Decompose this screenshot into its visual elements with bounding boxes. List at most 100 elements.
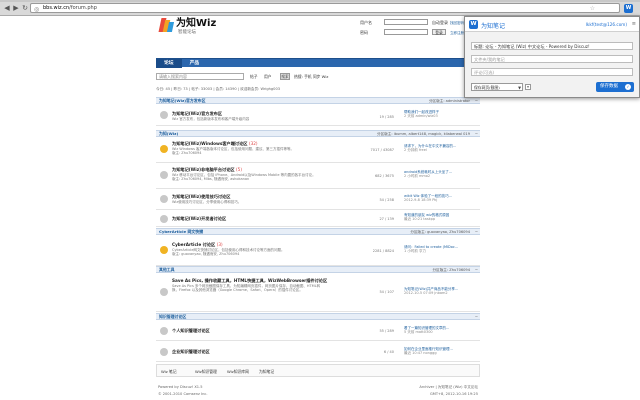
browser-chrome: ◀ ▶ ↻ ◎ bbs.wiz.cn/forum.php ☆ W <box>0 0 640 16</box>
forum-counts: 6 / 40 <box>383 350 394 354</box>
section-title[interactable]: 其他工具 <box>159 267 175 272</box>
main-nav: 论坛 产品 <box>156 58 480 68</box>
popup-header: W 为知笔记 Ikkf(test@126.com) ≡ <box>465 17 639 32</box>
url-path: /forum.php <box>69 5 97 11</box>
tab-strip <box>0 0 640 2</box>
menu-icon[interactable]: ≡ <box>632 21 636 27</box>
forgot-password-link[interactable]: 找回密码 <box>450 21 464 26</box>
friend-link[interactable]: 为知笔记 <box>259 369 274 375</box>
forum-counts: 55 / 289 <box>379 329 394 333</box>
section-moderators: 分区版主: guovanyao, Zhu706094 <box>410 230 470 234</box>
friend-link[interactable]: Wiz知识管理 <box>195 369 217 375</box>
section-title[interactable]: CyberArticle 网文快捕 <box>159 229 203 234</box>
forum-desc: Wiz 官方发布，包括新版本发布和客户端升级内容 <box>172 117 250 121</box>
login-button[interactable]: 登录 <box>432 29 446 35</box>
collapse-icon[interactable]: − <box>475 314 478 320</box>
forum-desc: Wiz使用技巧讨论区，分享使用心得和技巧。 <box>172 200 242 204</box>
brand-name: 为知Wiz <box>176 18 217 29</box>
save-button[interactable]: 保存数据 ✓ <box>596 82 634 92</box>
server-time: GMT+8, 2012-10-16 19:25 <box>429 392 478 396</box>
section-header[interactable]: 其他工具 分区版主: Zhu706094 − <box>156 266 480 273</box>
username-input[interactable] <box>384 19 428 25</box>
forum-status-icon <box>160 327 168 335</box>
forum-row: 为知笔记(Wiz)官方发布区 Wiz 官方发布，包括新版本发布和客户端升级内容 … <box>156 105 480 126</box>
last-post[interactable]: 请问：Failed to create (MIDoc... 1 小时前 亨力 <box>404 245 478 254</box>
section-header[interactable]: 为知笔记(Wiz)官方发布区 分区版主: administrator − <box>156 97 480 104</box>
clip-mode-select[interactable]: 保存网页(截图) ▼ <box>471 83 523 91</box>
forward-button[interactable]: ▶ <box>12 4 20 12</box>
last-post[interactable]: 有知道的朋友 wiz的格式原因 最近 10:21 taskpp <box>404 213 478 222</box>
powered-by[interactable]: Powered by Discuz! X1.5 <box>158 385 203 389</box>
search-bar: 请输入搜索内容 帖子 用户 搜索 热搜: 手机 同步 Wiz <box>156 73 480 81</box>
forum-counts: 19 / 285 <box>379 115 394 119</box>
forum-counts: 54 / 258 <box>379 198 394 202</box>
section-header[interactable]: CyberArticle 网文快捕 分区版主: guovanyao, Zhu70… <box>156 228 480 235</box>
folder-input[interactable]: 文件夹/我的笔记 <box>471 55 633 63</box>
clip-options-toggle[interactable]: ▾ <box>525 84 531 90</box>
forum-row: 为知笔记(Wiz)非电脑平台讨论区 (5) Wiz 移动平台讨论区，包括 iPh… <box>156 164 480 189</box>
last-post[interactable]: 请求下，为什么在中文不兼容的... 2 分钟前 freel <box>404 144 478 153</box>
forum-desc: Wiz Windows 客户端各版本讨论区，包括使用问题、建议、第三方插件等等。… <box>172 147 295 156</box>
stats-text: 今日: 45 | 昨日: 73 | 帖子: 33003 | 会员: 14390 … <box>156 87 281 91</box>
archiver-link[interactable]: Archiver | 为知笔记 (Wiz) 中文论坛 <box>419 385 478 390</box>
forum-status-icon <box>160 171 168 179</box>
nav-products[interactable]: 产品 <box>182 59 208 68</box>
friend-links: Wiz 笔记 Wiz知识管理 Wiz知识库网 为知笔记 <box>156 364 480 377</box>
comment-input[interactable]: 评论(可选) <box>471 68 633 76</box>
note-title-input[interactable]: 标题: 论坛 - 为知笔记 (Wiz) 中文论坛 - Powered by Di… <box>471 42 633 50</box>
forum-status-icon <box>160 288 168 296</box>
chevron-down-icon: ▼ <box>518 85 521 90</box>
wiz-clipper-popup: W 为知笔记 Ikkf(test@126.com) ≡ 标题: 论坛 - 为知笔… <box>464 16 640 98</box>
last-post[interactable]: 帮助我们一起改进样子 2 天前 admin/wiz03 <box>404 110 478 119</box>
collapse-icon[interactable]: − <box>475 131 478 137</box>
search-button[interactable]: 搜索 <box>280 73 290 80</box>
last-post[interactable]: 看了一篇知识管理的文章的... 5 天前 matt0300 <box>404 326 478 335</box>
forum-row: 企业知识管理讨论区 6 / 40 如何在企业里面推行知识管理... 最近 10:4… <box>156 342 480 362</box>
bookmark-star-icon[interactable]: ☆ <box>590 4 595 13</box>
collapse-icon[interactable]: − <box>475 267 478 273</box>
forum-name[interactable]: 企业知识管理讨论区 <box>172 349 210 355</box>
section-header[interactable]: 为知(Wiz) 分区版主: ibumm, albert148, magick, … <box>156 130 480 137</box>
url-host: bbs.wiz.cn <box>43 5 70 11</box>
register-link[interactable]: 立即注册 <box>450 31 464 36</box>
hot-searches[interactable]: 热搜: 手机 同步 Wiz <box>294 74 328 80</box>
forum-status-icon <box>160 195 168 203</box>
forum-name[interactable]: 为知笔记(Wiz)开发者讨论区 <box>172 216 226 222</box>
search-option-posts[interactable]: 帖子 <box>250 74 258 80</box>
forum-counts: 27 / 139 <box>379 217 394 221</box>
forum-desc: CyberArticle网文快捕讨论区，包括使用心得和技术讨论等方面的问题。 版主… <box>172 248 285 257</box>
forum-name[interactable]: 个人知识管理讨论区 <box>172 328 210 334</box>
forum-row: 为知笔记(Wiz)开发者讨论区 27 / 139 有知道的朋友 wiz的格式原因… <box>156 211 480 227</box>
account-link[interactable]: Ikkf(test@126.com) <box>586 22 627 27</box>
nav-forum[interactable]: 论坛 <box>156 59 182 68</box>
back-button[interactable]: ◀ <box>3 4 11 12</box>
friend-link[interactable]: Wiz 笔记 <box>161 369 177 375</box>
forum-row: 为知笔记(Wiz)Windows客户端讨论区 (32) Wiz Windows … <box>156 138 480 163</box>
forum-row: 为知笔记(Wiz)使用技巧讨论区 Wiz使用技巧讨论区，分享使用心得和技巧。 5… <box>156 190 480 210</box>
forum-row: Save As Pics, 操作收藏工具，HTML快捷工具，WizWebBrow… <box>156 274 480 312</box>
last-post[interactable]: android系统耗时从上头坐了... 2 小时前 mmo2 <box>404 170 478 179</box>
last-post[interactable]: 如何在企业里面推行知识管理... 最近 10:47 nonggg <box>404 347 478 356</box>
forum-status-icon <box>160 348 168 356</box>
url-bar[interactable]: ◎ bbs.wiz.cn/forum.php ☆ <box>30 3 620 13</box>
check-icon: ✓ <box>625 84 631 90</box>
search-option-users[interactable]: 用户 <box>264 74 272 80</box>
wiz-extension-icon[interactable]: W <box>624 4 633 13</box>
section-title[interactable]: 为知笔记(Wiz)官方发布区 <box>159 98 205 103</box>
collapse-icon[interactable]: − <box>475 98 478 104</box>
section-title[interactable]: 知识管理讨论区 <box>159 314 186 319</box>
last-post[interactable]: wikit Wiz 体验了一段的技巧... 2012-9-8 18:39 Pkj <box>404 194 478 203</box>
section-moderators: 分区版主: ibumm, albert148, magick, kliaberw… <box>376 132 470 136</box>
forum-status-icon <box>160 145 168 153</box>
section-header[interactable]: 知识管理讨论区 − <box>156 313 480 320</box>
section-title[interactable]: 为知(Wiz) <box>159 131 178 136</box>
remember-checkbox[interactable]: 自动登录 <box>432 20 448 26</box>
last-post[interactable]: 为知笔记(Wiz)共产商品不能分享... 2012-10-5 07:09 jnba… <box>404 287 478 296</box>
forum-status-icon <box>160 215 168 223</box>
forum-desc: Save As Pics 多个网页截图保存工具，为知编辑网页插件，网页图片保存，… <box>172 284 321 293</box>
reload-button[interactable]: ↻ <box>21 4 29 12</box>
search-input[interactable]: 请输入搜索内容 <box>156 73 244 80</box>
password-input[interactable] <box>384 29 428 35</box>
friend-link[interactable]: Wiz知识库网 <box>227 369 249 375</box>
collapse-icon[interactable]: − <box>475 229 478 235</box>
